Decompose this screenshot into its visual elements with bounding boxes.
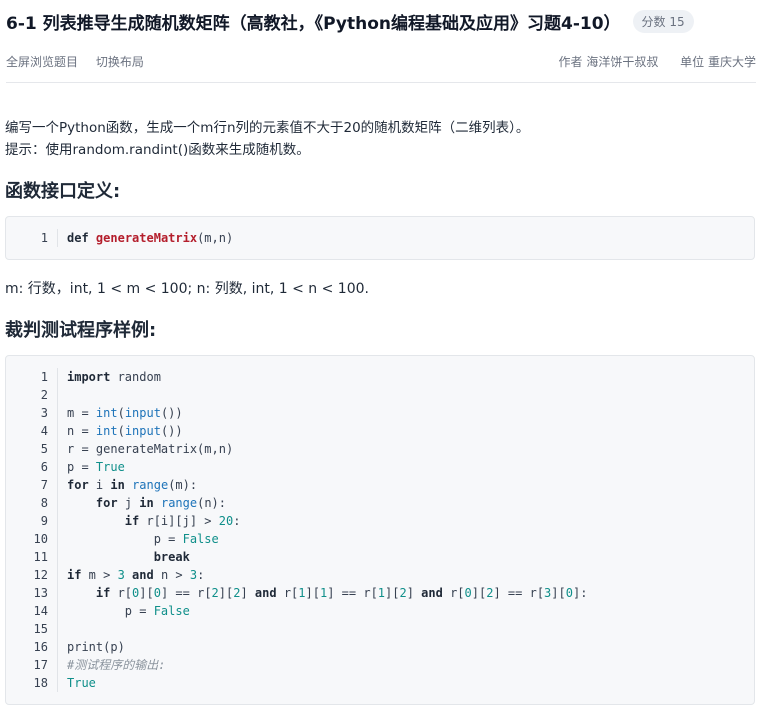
unit-label: 单位 重庆大学 (680, 54, 756, 69)
line-number: 15 (6, 620, 58, 638)
line-number: 5 (6, 440, 58, 458)
code-line: 14 p = False (6, 602, 754, 620)
view-controls: 全屏浏览题目 切换布局 (6, 53, 158, 70)
code-text: p = False (67, 532, 219, 546)
score-badge: 分数 15 (632, 9, 694, 33)
code-text: def generateMatrix(m,n) (67, 231, 234, 245)
code-line: 2 (6, 386, 754, 404)
author-label: 作者 海洋饼干叔叔 (558, 54, 659, 69)
line-number: 8 (6, 494, 58, 512)
code-line: 10 p = False (6, 530, 754, 548)
code-text: r = generateMatrix(m,n) (67, 442, 234, 456)
switch-layout-button[interactable]: 切换布局 (96, 55, 144, 69)
code-text: if r[0][0] == r[2][2] and r[1][1] == r[1… (95, 586, 588, 600)
line-number: 9 (6, 512, 58, 530)
code-text: if m > 3 and n > 3: (67, 568, 205, 582)
code-line: 12 if m > 3 and n > 3: (6, 566, 754, 584)
description-line: 编写一个Python函数，生成一个m行n列的元素值不大于20的随机数矩阵（二维列… (5, 120, 530, 136)
line-number: 17 (6, 656, 58, 674)
code-text: m = int(input()) (67, 406, 183, 420)
code-text: if r[i][j] > 20: (124, 514, 241, 528)
fullscreen-button[interactable]: 全屏浏览题目 (6, 55, 78, 69)
line-number: 3 (6, 404, 58, 422)
code-text: #测试程序的输出: (67, 658, 166, 672)
code-line: 3 m = int(input()) (6, 404, 754, 422)
line-number: 7 (6, 476, 58, 494)
judge-heading: 裁判测试程序样例: (5, 320, 157, 341)
line-number: 4 (6, 422, 58, 440)
judge-code-block: 1 import random 2 3 m = int(input()) 4 n = int… (5, 355, 755, 705)
code-text: p = True (67, 460, 125, 474)
code-text: break (153, 550, 190, 564)
code-line: 7 for i in range(m): (6, 476, 754, 494)
code-text: print(p) (67, 640, 125, 654)
code-text: for j in range(n): (95, 496, 226, 510)
interface-heading: 函数接口定义: (5, 181, 121, 202)
line-number: 2 (6, 386, 58, 404)
header-divider (6, 82, 756, 83)
line-number: 1 (6, 229, 58, 247)
line-number: 1 (6, 368, 58, 386)
code-text: n = int(input()) (67, 424, 183, 438)
code-text: for i in range(m): (67, 478, 198, 492)
code-text: p = False (67, 604, 190, 618)
problem-description: 编写一个Python函数，生成一个m行n列的元素值不大于20的随机数矩阵（二维列… (5, 117, 755, 161)
problem-meta: 作者 海洋饼干叔叔 单位 重庆大学 (541, 53, 756, 70)
code-line: 17 #测试程序的输出: (6, 656, 754, 674)
problem-title: 6-1 列表推导生成随机数矩阵（高教社，《Python编程基础及应用》习题4-1… (6, 13, 621, 34)
line-number: 6 (6, 458, 58, 476)
params-description: m: 行数，int, 1 < m < 100; n: 列数, int, 1 < … (5, 281, 369, 297)
code-line: 13 if r[0][0] == r[2][2] and r[1][1] == … (6, 584, 754, 602)
code-line: 1 def generateMatrix(m,n) (6, 229, 754, 247)
problem-header: 6-1 列表推导生成随机数矩阵（高教社，《Python编程基础及应用》习题4-1… (6, 8, 756, 34)
line-number: 18 (6, 674, 58, 692)
code-line: 6 p = True (6, 458, 754, 476)
line-number: 11 (6, 548, 58, 566)
code-line: 4 n = int(input()) (6, 422, 754, 440)
code-text: True (67, 676, 96, 690)
line-number: 14 (6, 602, 58, 620)
code-line: 16 print(p) (6, 638, 754, 656)
line-number: 10 (6, 530, 58, 548)
code-line: 11 break (6, 548, 754, 566)
line-number: 13 (6, 584, 58, 602)
code-line: 8 for j in range(n): (6, 494, 754, 512)
code-line: 18 True (6, 674, 754, 692)
problem-toolbar: 全屏浏览题目 切换布局 作者 海洋饼干叔叔 单位 重庆大学 (6, 50, 756, 72)
line-number: 16 (6, 638, 58, 656)
interface-code-block: 1 def generateMatrix(m,n) (5, 216, 755, 260)
code-line: 1 import random (6, 368, 754, 386)
code-line: 15 (6, 620, 754, 638)
description-hint: 提示：使用random.randint()函数来生成随机数。 (5, 142, 310, 158)
line-number: 12 (6, 566, 58, 584)
code-text: import random (67, 370, 161, 384)
code-line: 5 r = generateMatrix(m,n) (6, 440, 754, 458)
code-line: 9 if r[i][j] > 20: (6, 512, 754, 530)
